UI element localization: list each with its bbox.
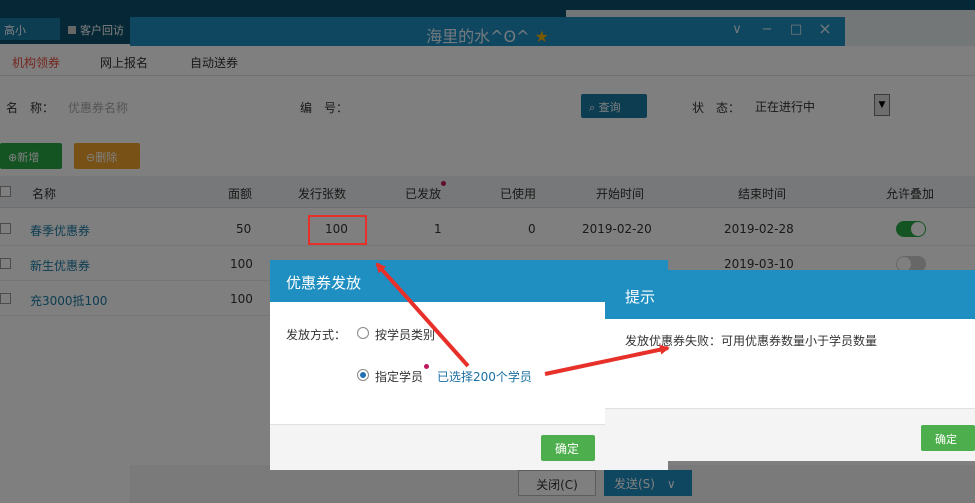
option-specific-students-label[interactable]: 指定学员	[375, 368, 423, 385]
alert-footer: 确定	[605, 408, 975, 461]
required-dot	[424, 364, 429, 369]
alert-dialog: 提示 发放优惠券失败：可用优惠券数量小于学员数量 确定	[605, 270, 975, 461]
highlight-box	[308, 215, 367, 245]
radio-specific-students[interactable]	[357, 369, 369, 381]
alert-ok-button[interactable]: 确定	[921, 425, 975, 451]
selected-students-info[interactable]: 已选择200个学员	[437, 368, 532, 385]
method-label: 发放方式：	[286, 328, 347, 342]
option-by-category-label[interactable]: 按学员类别	[375, 326, 435, 343]
alert-title: 提示	[605, 270, 975, 319]
alert-message: 发放优惠券失败：可用优惠券数量小于学员数量	[625, 334, 878, 348]
dialog-ok-button[interactable]: 确定	[541, 435, 595, 461]
radio-by-category[interactable]	[357, 327, 369, 339]
